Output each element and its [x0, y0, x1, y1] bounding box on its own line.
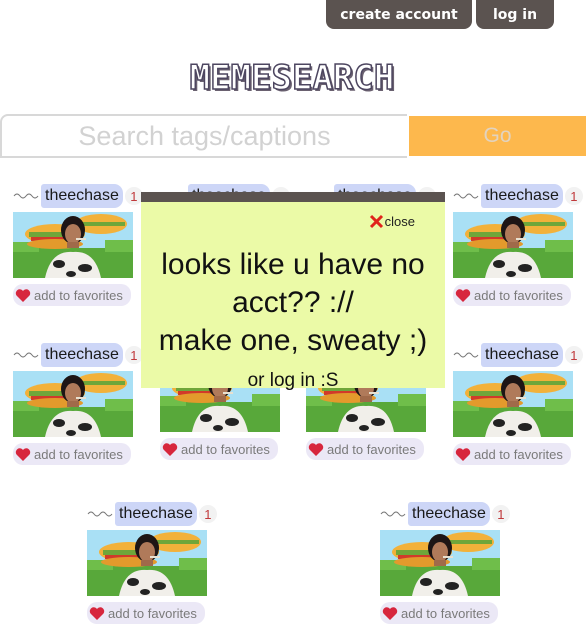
- meme-card: theechase 1 add to favorites: [13, 343, 143, 467]
- username-link[interactable]: theechase: [115, 502, 197, 526]
- add-to-favorites-button[interactable]: add to favorites: [160, 438, 278, 460]
- favorite-label: add to favorites: [401, 605, 490, 621]
- add-to-favorites-button[interactable]: add to favorites: [453, 284, 571, 306]
- username-link[interactable]: theechase: [41, 184, 123, 208]
- meme-card: theechase 1 add to favorites: [380, 502, 510, 626]
- meme-card: theechase 1 add to favorites: [453, 343, 583, 467]
- favorite-label: add to favorites: [327, 441, 416, 457]
- favorite-label: add to favorites: [34, 287, 123, 303]
- add-to-favorites-button[interactable]: add to favorites: [306, 438, 424, 460]
- close-button[interactable]: close: [369, 214, 415, 229]
- add-to-favorites-button[interactable]: add to favorites: [87, 602, 205, 624]
- modal-login-link[interactable]: or log in :S: [141, 370, 445, 392]
- add-to-favorites-button[interactable]: add to favorites: [13, 443, 131, 465]
- search-bar: Search tags/captions Go: [0, 114, 586, 158]
- squiggle-icon: [13, 193, 39, 199]
- heart-icon: [15, 447, 31, 461]
- heart-icon: [308, 442, 324, 456]
- heart-icon: [162, 442, 178, 456]
- favorite-count: 1: [491, 505, 510, 523]
- meme-image[interactable]: [380, 530, 500, 596]
- favorite-count: 1: [564, 346, 583, 364]
- memesearch-logo[interactable]: MEMESEARCH MEMESEARCH: [144, 58, 444, 100]
- favorite-label: add to favorites: [474, 446, 563, 462]
- heart-icon: [15, 288, 31, 302]
- add-to-favorites-button[interactable]: add to favorites: [380, 602, 498, 624]
- favorite-count: 1: [564, 187, 583, 205]
- svg-text:MEMESEARCH: MEMESEARCH: [190, 58, 395, 98]
- meme-image[interactable]: [453, 371, 573, 437]
- add-to-favorites-button[interactable]: add to favorites: [13, 284, 131, 306]
- meme-image[interactable]: [13, 212, 133, 278]
- favorite-label: add to favorites: [108, 605, 197, 621]
- meme-card: theechase 1 add to favorites: [87, 502, 217, 626]
- login-button[interactable]: log in: [476, 0, 554, 29]
- heart-icon: [89, 606, 105, 620]
- username-link[interactable]: theechase: [481, 184, 563, 208]
- heart-icon: [455, 447, 471, 461]
- modal-message: looks like u have no acct?? :// make one…: [141, 246, 445, 360]
- heart-icon: [455, 288, 471, 302]
- squiggle-icon: [87, 511, 113, 517]
- close-icon: [369, 214, 383, 229]
- squiggle-icon: [453, 352, 479, 358]
- modal-line-1: looks like u have no: [161, 248, 425, 281]
- add-to-favorites-button[interactable]: add to favorites: [453, 443, 571, 465]
- favorite-count: 1: [198, 505, 217, 523]
- favorite-label: add to favorites: [474, 287, 563, 303]
- meme-card: theechase 1 add to favorites: [13, 184, 143, 308]
- username-link[interactable]: theechase: [481, 343, 563, 367]
- login-prompt-modal: close looks like u have no acct?? :// ma…: [141, 192, 445, 391]
- squiggle-icon: [453, 193, 479, 199]
- username-link[interactable]: theechase: [408, 502, 490, 526]
- modal-line-3: make one, sweaty ;): [158, 324, 428, 357]
- modal-line-2: acct?? ://: [232, 286, 354, 319]
- squiggle-icon: [13, 352, 39, 358]
- meme-image[interactable]: [453, 212, 573, 278]
- search-input[interactable]: Search tags/captions: [0, 114, 407, 158]
- favorite-label: add to favorites: [181, 441, 270, 457]
- meme-image[interactable]: [87, 530, 207, 596]
- close-label: close: [384, 214, 415, 229]
- go-button[interactable]: Go: [409, 116, 586, 156]
- meme-card: theechase 1 add to favorites: [453, 184, 583, 308]
- username-link[interactable]: theechase: [41, 343, 123, 367]
- meme-image[interactable]: [13, 371, 133, 437]
- favorite-label: add to favorites: [34, 446, 123, 462]
- heart-icon: [382, 606, 398, 620]
- squiggle-icon: [380, 511, 406, 517]
- create-account-button[interactable]: create account: [326, 0, 472, 29]
